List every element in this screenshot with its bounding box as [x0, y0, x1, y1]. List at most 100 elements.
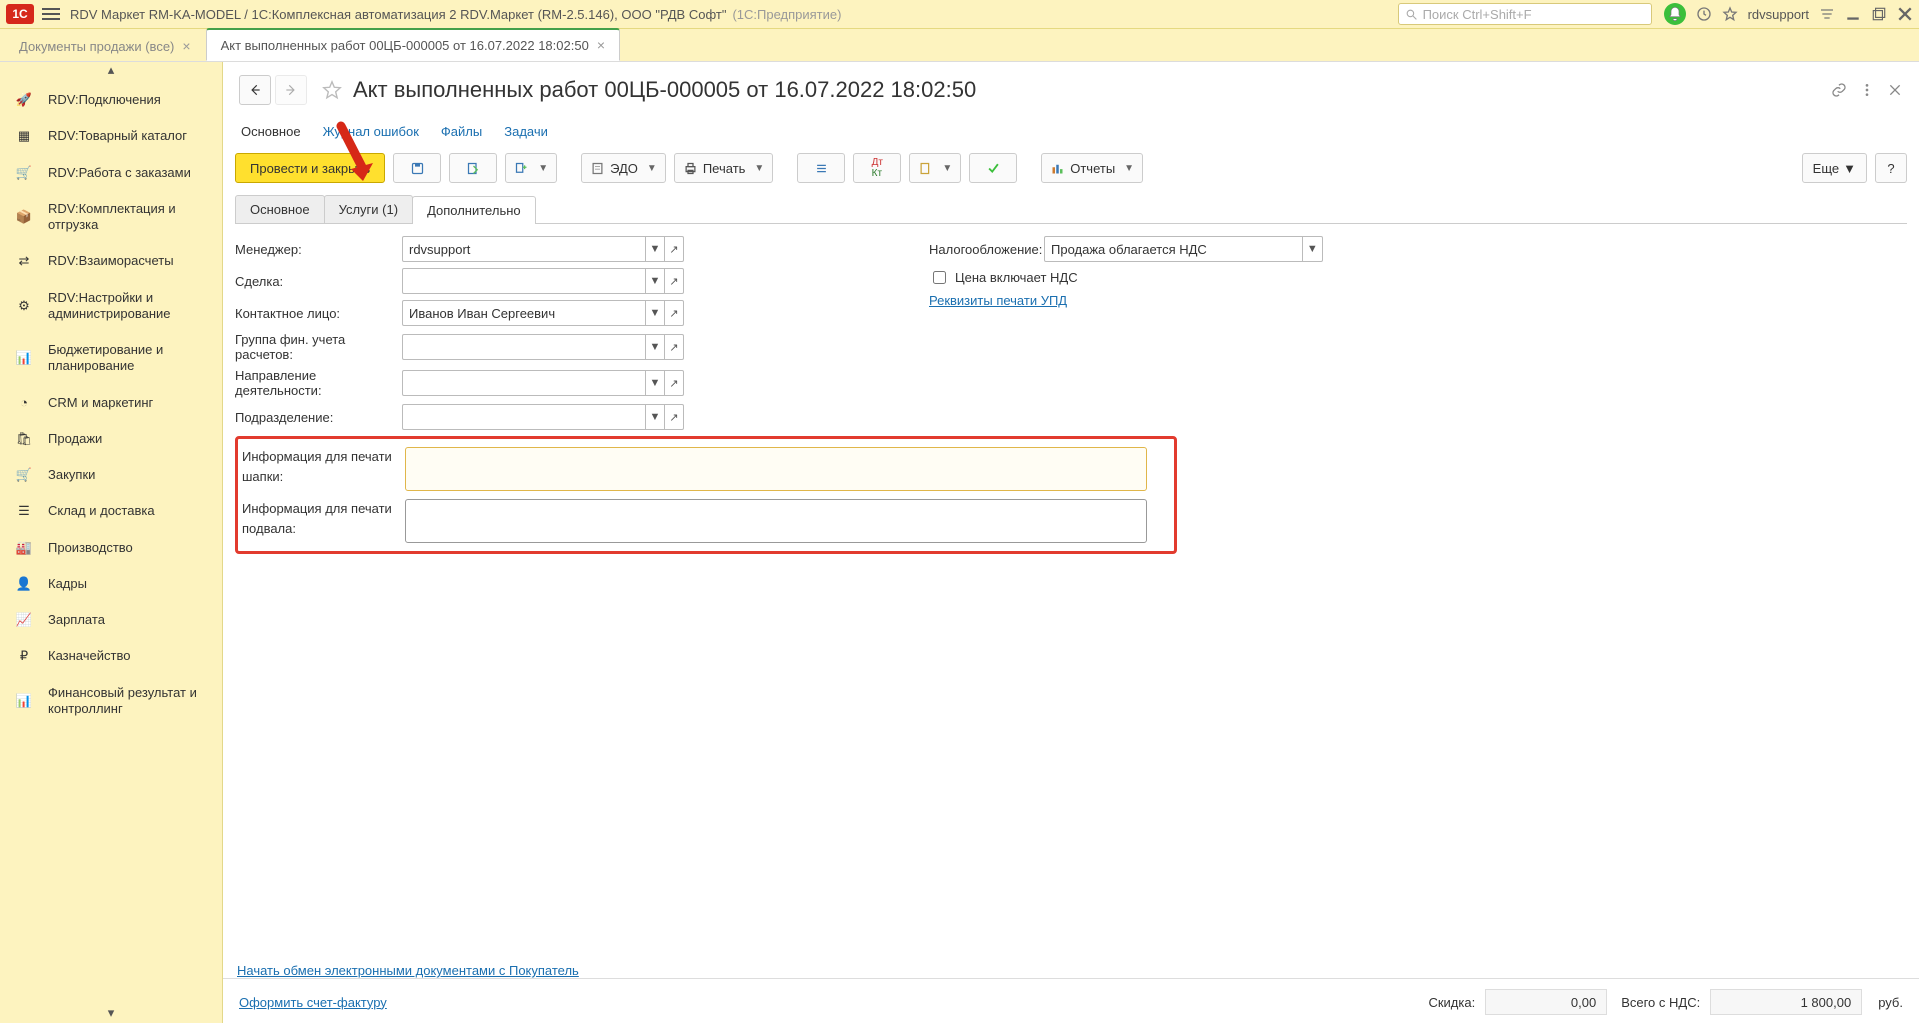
- tab-sales-documents[interactable]: Документы продажи (все) ×: [4, 30, 206, 61]
- link-icon[interactable]: [1831, 82, 1847, 98]
- window-minimize-icon[interactable]: [1845, 6, 1861, 22]
- footer-print-info-field[interactable]: [405, 499, 1147, 543]
- open-icon[interactable]: ↗: [664, 335, 683, 359]
- create-invoice-link[interactable]: Оформить счет-фактуру: [239, 995, 387, 1010]
- sidebar-item-purchases[interactable]: 🛒Закупки: [0, 457, 222, 493]
- more-button[interactable]: Еще▼: [1802, 153, 1867, 183]
- contact-input[interactable]: [403, 302, 645, 324]
- start-edo-link[interactable]: Начать обмен электронными документами с …: [237, 963, 1905, 978]
- kebab-icon[interactable]: [1859, 82, 1875, 98]
- save-button[interactable]: [393, 153, 441, 183]
- sidebar-item-budgeting[interactable]: 📊Бюджетирование и планирование: [0, 332, 222, 385]
- dropdown-icon[interactable]: ▼: [1302, 237, 1322, 261]
- button-label: ЭДО: [610, 161, 638, 176]
- logo-1c: 1C: [6, 4, 34, 24]
- open-icon[interactable]: ↗: [664, 301, 683, 325]
- open-icon[interactable]: ↗: [664, 371, 683, 395]
- favorite-star-icon[interactable]: [321, 79, 343, 101]
- sidebar-scroll-down[interactable]: ▾: [0, 1005, 222, 1023]
- sidebar-item-rdv-settings[interactable]: ⚙RDV:Настройки и администрирование: [0, 280, 222, 333]
- person-icon: 👤: [14, 576, 34, 592]
- subnav-tasks[interactable]: Задачи: [504, 124, 548, 139]
- attachments-button[interactable]: ▼: [909, 153, 961, 183]
- nav-forward-button[interactable]: [275, 75, 307, 105]
- sidebar-scroll-up[interactable]: ▴: [0, 62, 222, 82]
- close-icon[interactable]: ×: [597, 37, 605, 53]
- deal-field[interactable]: ▼ ↗: [402, 268, 684, 294]
- related-list-button[interactable]: [797, 153, 845, 183]
- main-menu-icon[interactable]: [42, 8, 60, 20]
- dropdown-icon[interactable]: ▼: [645, 301, 664, 325]
- subnav-files[interactable]: Файлы: [441, 124, 482, 139]
- notifications-button[interactable]: [1664, 3, 1686, 25]
- dept-field[interactable]: ▼ ↗: [402, 404, 684, 430]
- favorites-star-icon[interactable]: [1722, 6, 1738, 22]
- document-title: Акт выполненных работ 00ЦБ-000005 от 16.…: [353, 77, 976, 103]
- fingroup-field[interactable]: ▼ ↗: [402, 334, 684, 360]
- price-includes-vat-checkbox[interactable]: [933, 271, 946, 284]
- bars-icon: 📊: [14, 693, 34, 709]
- dropdown-icon[interactable]: ▼: [645, 335, 664, 359]
- dropdown-icon[interactable]: ▼: [645, 237, 664, 261]
- activity-field[interactable]: ▼ ↗: [402, 370, 684, 396]
- approve-button[interactable]: [969, 153, 1017, 183]
- settings-lines-icon[interactable]: [1819, 6, 1835, 22]
- close-icon[interactable]: [1887, 82, 1903, 98]
- create-based-on-button[interactable]: ▼: [505, 153, 557, 183]
- window-restore-icon[interactable]: [1871, 6, 1887, 22]
- dropdown-icon[interactable]: ▼: [645, 269, 664, 293]
- dropdown-icon[interactable]: ▼: [645, 371, 664, 395]
- tax-field[interactable]: ▼: [1044, 236, 1323, 262]
- deal-input[interactable]: [403, 270, 645, 292]
- dt-kt-button[interactable]: ДтКт: [853, 153, 901, 183]
- header-print-info-field[interactable]: [405, 447, 1147, 491]
- global-search[interactable]: Поиск Ctrl+Shift+F: [1398, 3, 1652, 25]
- sidebar-item-payroll[interactable]: 📈Зарплата: [0, 602, 222, 638]
- sidebar-item-crm[interactable]: ◔CRM и маркетинг: [0, 385, 222, 421]
- subnav-errors[interactable]: Журнал ошибок: [323, 124, 419, 139]
- manager-field[interactable]: ▼ ↗: [402, 236, 684, 262]
- manager-input[interactable]: [403, 238, 645, 260]
- subnav-main[interactable]: Основное: [241, 124, 301, 139]
- sidebar-item-warehouse[interactable]: ☰Склад и доставка: [0, 493, 222, 529]
- nav-back-button[interactable]: [239, 75, 271, 105]
- edo-button[interactable]: ЭДО▼: [581, 153, 666, 183]
- sidebar-item-production[interactable]: 🏭Производство: [0, 530, 222, 566]
- history-icon[interactable]: [1696, 6, 1712, 22]
- post-button[interactable]: [449, 153, 497, 183]
- exchange-icon: ⇄: [14, 253, 34, 269]
- sidebar-item-rdv-catalog[interactable]: ▦RDV:Товарный каталог: [0, 118, 222, 154]
- reports-button[interactable]: Отчеты▼: [1041, 153, 1143, 183]
- print-button[interactable]: Печать▼: [674, 153, 774, 183]
- post-and-close-button[interactable]: Провести и закрыть: [235, 153, 385, 183]
- activity-input[interactable]: [403, 372, 645, 394]
- sidebar-item-treasury[interactable]: ₽Казначейство: [0, 638, 222, 674]
- sidebar-item-sales[interactable]: 🛍Продажи: [0, 421, 222, 457]
- price-includes-vat-label: Цена включает НДС: [955, 270, 1078, 285]
- sidebar-item-label: Кадры: [48, 576, 208, 592]
- upd-requisites-link[interactable]: Реквизиты печати УПД: [929, 293, 1067, 308]
- inner-tab-services[interactable]: Услуги (1): [324, 195, 413, 223]
- dept-input[interactable]: [403, 406, 645, 428]
- current-user[interactable]: rdvsupport: [1748, 7, 1809, 22]
- window-close-icon[interactable]: [1897, 6, 1913, 22]
- tax-input[interactable]: [1045, 238, 1302, 260]
- sidebar-item-rdv-connections[interactable]: 🚀RDV:Подключения: [0, 82, 222, 118]
- help-button[interactable]: ?: [1875, 153, 1907, 183]
- sidebar-item-rdv-picking[interactable]: 📦RDV:Комплектация и отгрузка: [0, 191, 222, 244]
- contact-field[interactable]: ▼ ↗: [402, 300, 684, 326]
- sidebar-item-hr[interactable]: 👤 Кадры: [0, 566, 222, 602]
- open-icon[interactable]: ↗: [664, 269, 683, 293]
- sidebar-item-label: CRM и маркетинг: [48, 395, 208, 411]
- inner-tab-main[interactable]: Основное: [235, 195, 325, 223]
- sidebar-item-rdv-settlements[interactable]: ⇄RDV:Взаиморасчеты: [0, 243, 222, 279]
- open-icon[interactable]: ↗: [664, 237, 683, 261]
- close-icon[interactable]: ×: [182, 38, 190, 54]
- sidebar-item-finresult[interactable]: 📊Финансовый результат и контроллинг: [0, 675, 222, 728]
- sidebar-item-rdv-orders[interactable]: 🛒RDV:Работа с заказами: [0, 155, 222, 191]
- fingroup-input[interactable]: [403, 336, 645, 358]
- dropdown-icon[interactable]: ▼: [645, 405, 664, 429]
- tab-act[interactable]: Акт выполненных работ 00ЦБ-000005 от 16.…: [206, 28, 620, 61]
- open-icon[interactable]: ↗: [664, 405, 683, 429]
- inner-tab-additional[interactable]: Дополнительно: [412, 196, 536, 224]
